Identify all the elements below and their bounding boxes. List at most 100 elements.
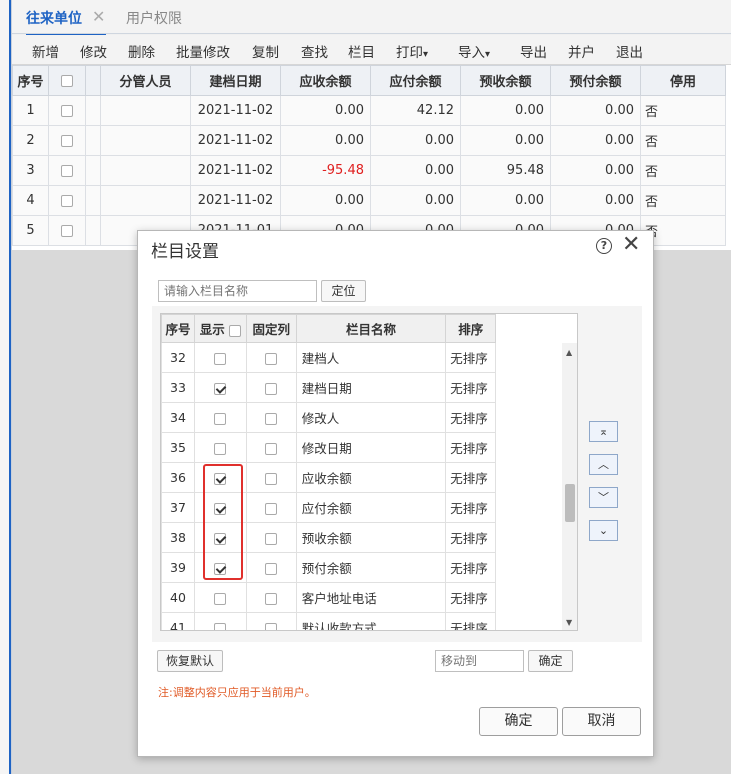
show-all-checkbox[interactable] bbox=[229, 324, 242, 337]
column-settings-dialog: 栏目设置 ? ✕ 定位 序号 显示 固定列 栏目名称 排序 bbox=[137, 230, 654, 757]
close-icon[interactable]: ✕ bbox=[622, 232, 640, 257]
col-header-payable[interactable]: 应付余额 bbox=[370, 65, 461, 96]
show-checkbox[interactable] bbox=[214, 442, 227, 455]
print-button[interactable]: 打印▾ bbox=[396, 41, 428, 61]
show-checkbox[interactable] bbox=[214, 352, 227, 365]
row-spacer bbox=[85, 95, 101, 126]
move-down-button[interactable]: ﹀ bbox=[589, 487, 618, 508]
column-search-input[interactable] bbox=[158, 280, 317, 302]
fixed-checkbox[interactable] bbox=[265, 352, 278, 365]
row-select bbox=[48, 155, 86, 186]
delete-button[interactable]: 删除 bbox=[128, 41, 155, 61]
table-row[interactable]: 3 2021-11-02 -95.48 0.00 95.48 0.00 否 bbox=[12, 155, 726, 186]
row-prepaid: 0.00 bbox=[550, 155, 641, 186]
row-prereceived: 95.48 bbox=[460, 155, 551, 186]
fixed-checkbox[interactable] bbox=[265, 622, 278, 630]
row-checkbox[interactable] bbox=[61, 224, 73, 237]
column-show bbox=[193, 612, 247, 630]
col-header-prereceived[interactable]: 预收余额 bbox=[460, 65, 551, 96]
fixed-checkbox[interactable] bbox=[265, 502, 278, 515]
show-checkbox[interactable] bbox=[214, 412, 227, 425]
tab-user-permissions[interactable]: 用户权限 bbox=[126, 8, 182, 28]
tab-partners[interactable]: 往来单位 bbox=[26, 8, 106, 36]
column-sort: 无排序 bbox=[445, 582, 497, 613]
col-header-disabled[interactable]: 停用 bbox=[640, 65, 726, 96]
fixed-checkbox[interactable] bbox=[265, 532, 278, 545]
column-sort: 无排序 bbox=[445, 552, 497, 583]
grid-header-row: 序号 分管人员 建档日期 应收余额 应付余额 预收余额 预付余额 停用 bbox=[12, 65, 726, 96]
column-row[interactable]: 33 建档日期 无排序 bbox=[161, 372, 577, 403]
move-to-bottom-button[interactable]: ⌄ bbox=[589, 520, 618, 541]
fixed-checkbox[interactable] bbox=[265, 382, 278, 395]
col-header-created[interactable]: 建档日期 bbox=[190, 65, 281, 96]
row-prereceived: 0.00 bbox=[460, 185, 551, 216]
fixed-checkbox[interactable] bbox=[265, 412, 278, 425]
col-header-prepaid[interactable]: 预付余额 bbox=[550, 65, 641, 96]
fixed-checkbox[interactable] bbox=[265, 442, 278, 455]
column-sort: 无排序 bbox=[445, 342, 497, 373]
table-row[interactable]: 2 2021-11-02 0.00 0.00 0.00 0.00 否 bbox=[12, 125, 726, 156]
highlight-box bbox=[203, 464, 243, 580]
column-name: 客户地址电话 bbox=[295, 582, 447, 613]
column-fixed bbox=[245, 462, 297, 493]
copy-button[interactable]: 复制 bbox=[252, 41, 279, 61]
table-row[interactable]: 1 2021-11-02 0.00 42.12 0.00 0.00 否 bbox=[12, 95, 726, 126]
row-payable: 0.00 bbox=[370, 185, 461, 216]
show-checkbox[interactable] bbox=[214, 382, 227, 395]
tab-close-icon[interactable]: ✕ bbox=[92, 7, 105, 26]
column-no: 40 bbox=[161, 582, 195, 613]
columns-button[interactable]: 栏目 bbox=[348, 41, 375, 61]
fixed-checkbox[interactable] bbox=[265, 592, 278, 605]
ok-button[interactable]: 确定 bbox=[479, 707, 558, 736]
move-up-button[interactable]: ︿ bbox=[589, 454, 618, 475]
help-icon[interactable]: ? bbox=[596, 238, 612, 254]
select-all-checkbox[interactable] bbox=[61, 74, 73, 87]
move-to-top-button[interactable]: ⌅ bbox=[589, 421, 618, 442]
move-to-input[interactable] bbox=[435, 650, 524, 672]
show-checkbox[interactable] bbox=[214, 592, 227, 605]
exit-button[interactable]: 退出 bbox=[616, 41, 643, 61]
move-to-bottom-icon: ⌄ bbox=[598, 524, 609, 537]
column-row[interactable]: 41 默认收款方式 无排序 bbox=[161, 612, 577, 630]
column-fixed bbox=[245, 522, 297, 553]
scroll-down-icon[interactable]: ▼ bbox=[566, 618, 572, 627]
column-row[interactable]: 40 客户地址电话 无排序 bbox=[161, 582, 577, 613]
col-header-receivable[interactable]: 应收余额 bbox=[280, 65, 371, 96]
move-to-confirm-button[interactable]: 确定 bbox=[528, 650, 573, 672]
fixed-checkbox[interactable] bbox=[265, 562, 278, 575]
batch-edit-button[interactable]: 批量修改 bbox=[176, 41, 230, 61]
show-checkbox[interactable] bbox=[214, 622, 227, 630]
fixed-checkbox[interactable] bbox=[265, 472, 278, 485]
chevron-down-icon: ﹀ bbox=[598, 491, 609, 504]
column-list-scrollbar[interactable]: ▲ ▼ bbox=[562, 343, 577, 630]
column-fixed bbox=[245, 612, 297, 630]
row-checkbox[interactable] bbox=[61, 164, 73, 177]
col-header-select[interactable] bbox=[48, 65, 86, 96]
col-header-manager[interactable]: 分管人员 bbox=[100, 65, 191, 96]
row-spacer bbox=[85, 185, 101, 216]
row-disabled: 否 bbox=[640, 95, 726, 126]
column-row[interactable]: 32 建档人 无排序 bbox=[161, 342, 577, 373]
edit-button[interactable]: 修改 bbox=[80, 41, 107, 61]
new-button[interactable]: 新增 bbox=[32, 41, 59, 61]
find-button[interactable]: 查找 bbox=[301, 41, 328, 61]
chevron-down-icon: ▾ bbox=[423, 49, 429, 60]
cancel-button[interactable]: 取消 bbox=[562, 707, 641, 736]
merge-button[interactable]: 并户 bbox=[568, 41, 595, 61]
row-checkbox[interactable] bbox=[61, 194, 73, 207]
table-row[interactable]: 4 2021-11-02 0.00 0.00 0.00 0.00 否 bbox=[12, 185, 726, 216]
row-checkbox[interactable] bbox=[61, 104, 73, 117]
row-prepaid: 0.00 bbox=[550, 95, 641, 126]
row-receivable: 0.00 bbox=[280, 95, 371, 126]
locate-button[interactable]: 定位 bbox=[321, 280, 366, 302]
col-header-no[interactable]: 序号 bbox=[12, 65, 49, 96]
column-name: 应付余额 bbox=[295, 492, 447, 523]
column-row[interactable]: 35 修改日期 无排序 bbox=[161, 432, 577, 463]
column-row[interactable]: 34 修改人 无排序 bbox=[161, 402, 577, 433]
scroll-up-icon[interactable]: ▲ bbox=[566, 348, 572, 357]
export-button[interactable]: 导出 bbox=[520, 41, 547, 61]
restore-default-button[interactable]: 恢复默认 bbox=[157, 650, 223, 672]
scroll-thumb[interactable] bbox=[565, 484, 575, 522]
row-checkbox[interactable] bbox=[61, 134, 73, 147]
import-button[interactable]: 导入▾ bbox=[458, 41, 490, 61]
